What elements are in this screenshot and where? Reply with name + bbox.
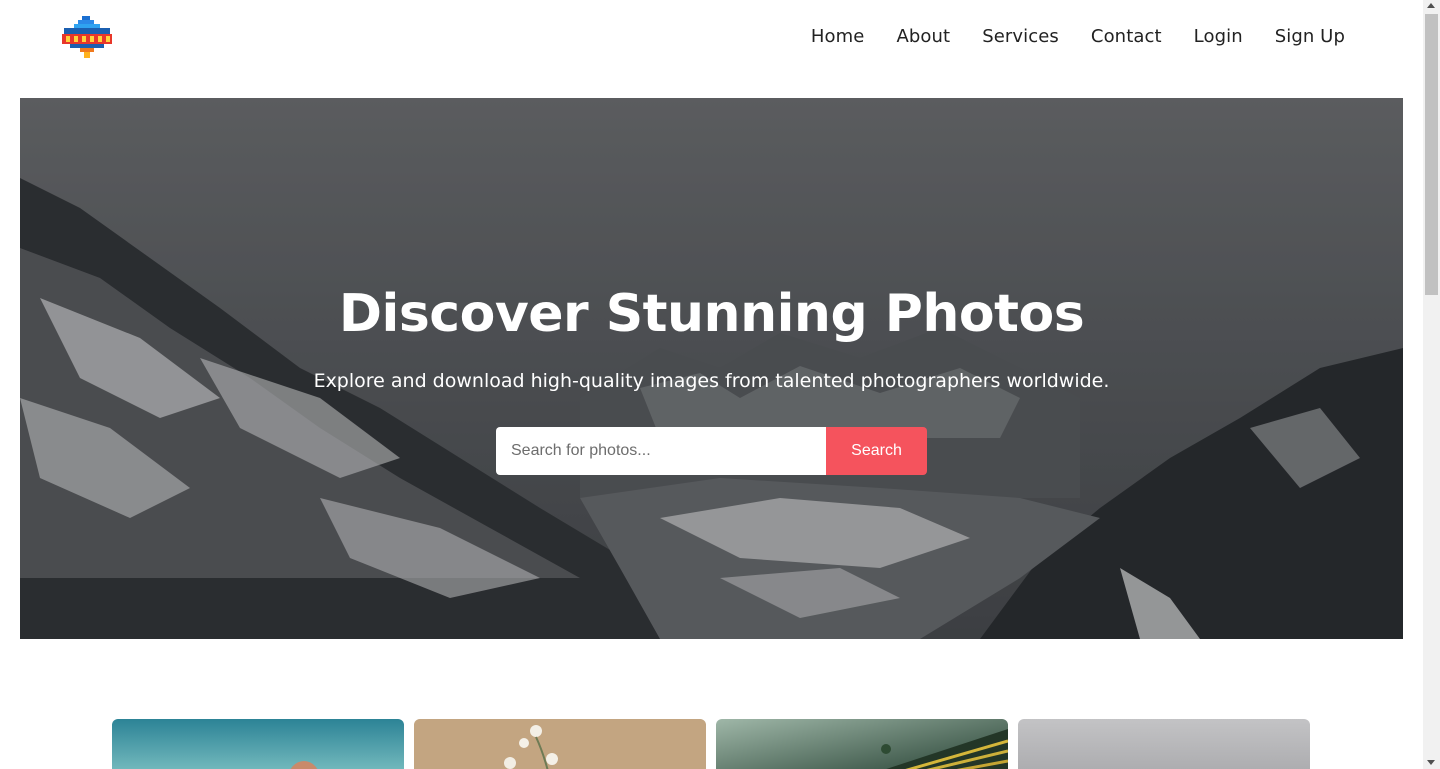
nav-about-link[interactable]: About bbox=[896, 26, 950, 47]
main-nav: Home About Services Contact Login Sign U… bbox=[811, 26, 1345, 47]
gallery-photo-card[interactable] bbox=[112, 719, 404, 769]
nav-signup-link[interactable]: Sign Up bbox=[1275, 26, 1345, 47]
page: Home About Services Contact Login Sign U… bbox=[0, 0, 1423, 769]
gallery-photo-card[interactable] bbox=[1018, 719, 1310, 769]
gallery-photo-card[interactable] bbox=[716, 719, 1008, 769]
scroll-up-arrow-icon[interactable] bbox=[1427, 3, 1435, 8]
nav-home-link[interactable]: Home bbox=[811, 26, 865, 47]
misty-sky-photo bbox=[1018, 719, 1310, 769]
photo-search-form: Search bbox=[496, 427, 927, 475]
nav-contact-link[interactable]: Contact bbox=[1091, 26, 1162, 47]
white-flowers-photo bbox=[414, 719, 706, 769]
hero-subtitle: Explore and download high-quality images… bbox=[313, 370, 1110, 392]
pixel-logo-icon bbox=[62, 16, 112, 58]
scroll-down-arrow-icon[interactable] bbox=[1427, 760, 1435, 765]
page-scrollbar[interactable] bbox=[1423, 0, 1440, 769]
hero-title: Discover Stunning Photos bbox=[338, 284, 1085, 344]
hot-air-balloon-photo bbox=[112, 719, 404, 769]
photo-gallery bbox=[112, 719, 1310, 769]
photo-search-input[interactable] bbox=[496, 427, 826, 475]
nav-login-link[interactable]: Login bbox=[1194, 26, 1243, 47]
site-header: Home About Services Contact Login Sign U… bbox=[0, 0, 1423, 80]
scrollbar-thumb[interactable] bbox=[1425, 14, 1438, 295]
pixels-logo[interactable] bbox=[60, 16, 114, 60]
hero-content: Discover Stunning Photos Explore and dow… bbox=[20, 98, 1403, 639]
hero-section: Discover Stunning Photos Explore and dow… bbox=[20, 98, 1403, 639]
nav-services-link[interactable]: Services bbox=[982, 26, 1059, 47]
terraced-hills-photo bbox=[716, 719, 1008, 769]
search-button[interactable]: Search bbox=[826, 427, 927, 475]
gallery-photo-card[interactable] bbox=[414, 719, 706, 769]
